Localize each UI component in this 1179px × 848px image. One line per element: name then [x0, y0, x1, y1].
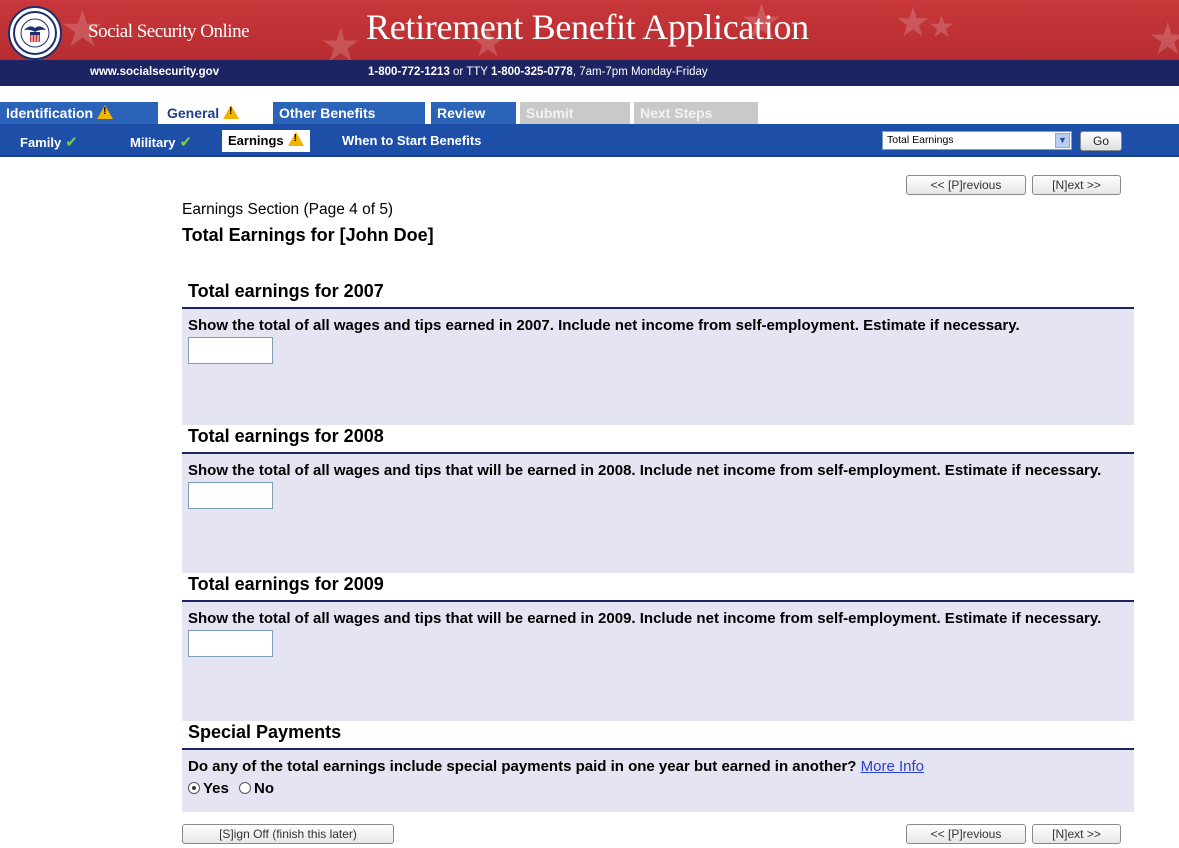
contact-phone: 1-800-772-1213 or TTY 1-800-325-0778, 7a…: [368, 66, 708, 78]
subnav-label: Earnings: [228, 133, 284, 148]
question-title: Total earnings for 2008: [182, 426, 1134, 454]
eagle-seal-icon: [13, 11, 57, 55]
go-button[interactable]: Go: [1080, 131, 1122, 151]
star-decoration-icon: ★: [320, 18, 362, 60]
phone-or: or TTY: [449, 66, 491, 78]
contact-bar: www.socialsecurity.gov 1-800-772-1213 or…: [0, 60, 1179, 86]
header-banner: ★ ★ ★ ★ ★ ★ ★ Social Security Online Ret…: [0, 0, 1179, 60]
subnav-label: When to Start Benefits: [342, 133, 482, 148]
subnav-item-family[interactable]: Family ✔: [20, 133, 78, 151]
tab-label: Review: [437, 105, 486, 121]
earnings-2007-input[interactable]: [188, 337, 273, 364]
sign-off-button[interactable]: [S]ign Off (finish this later): [182, 824, 394, 844]
subnav-item-military[interactable]: Military ✔: [130, 133, 192, 151]
sub-navigation: Family✔ Military✔ Earnings When to Start…: [0, 124, 1179, 157]
yes-label[interactable]: Yes: [203, 780, 229, 797]
tab-label: Other Benefits: [279, 105, 376, 121]
question-text: Do any of the total earnings include spe…: [188, 756, 1128, 777]
tab-label: Next Steps: [640, 105, 713, 121]
no-radio[interactable]: [239, 782, 252, 794]
subnav-label: Family: [20, 135, 62, 150]
star-decoration-icon: ★: [1148, 14, 1179, 60]
tab-other-benefits[interactable]: Other Benefits: [273, 102, 425, 124]
subnav-item-earnings[interactable]: Earnings: [222, 130, 310, 152]
question-body: Show the total of all wages and tips tha…: [182, 602, 1134, 721]
tab-review[interactable]: Review: [431, 102, 516, 124]
question-title: Total earnings for 2009: [182, 574, 1134, 602]
select-value: Total Earnings: [887, 134, 954, 146]
question-special-payments: Special Payments Do any of the total ear…: [182, 722, 1134, 812]
subnav-label: Military: [130, 135, 176, 150]
warning-icon: [97, 105, 114, 119]
section-label: Earnings Section (Page 4 of 5): [182, 201, 394, 218]
tab-label: General: [167, 105, 220, 121]
more-info-link[interactable]: More Info: [861, 758, 924, 775]
previous-button[interactable]: << [P]revious: [906, 175, 1026, 195]
question-text: Show the total of all wages and tips tha…: [188, 462, 1102, 479]
special-payments-text: Do any of the total earnings include spe…: [188, 758, 857, 775]
earnings-2008-input[interactable]: [188, 482, 273, 509]
question-earnings-2009: Total earnings for 2009 Show the total o…: [182, 574, 1134, 721]
earnings-2009-input[interactable]: [188, 630, 273, 657]
question-title: Total earnings for 2007: [182, 281, 1134, 309]
tab-label: Identification: [6, 105, 94, 121]
checkmark-icon: ✔: [179, 134, 193, 151]
special-payments-radio-group: Yes No: [188, 778, 1128, 799]
next-button[interactable]: [N]ext >>: [1032, 175, 1121, 195]
tab-general[interactable]: General: [161, 102, 271, 124]
site-url: www.socialsecurity.gov: [90, 66, 220, 78]
previous-button-bottom[interactable]: << [P]revious: [906, 824, 1026, 844]
site-name: Social Security Online: [88, 21, 250, 42]
star-decoration-icon: ★: [895, 0, 931, 46]
no-label[interactable]: No: [254, 780, 274, 797]
question-body: Do any of the total earnings include spe…: [182, 750, 1134, 812]
checkmark-icon: ✔: [65, 134, 78, 151]
phone-tty: 1-800-325-0778: [490, 66, 573, 78]
phone-main: 1-800-772-1213: [368, 66, 450, 78]
chevron-down-icon[interactable]: ▼: [1055, 133, 1070, 148]
app-title: Retirement Benefit Application: [366, 7, 809, 47]
tab-next-steps: Next Steps: [634, 102, 758, 124]
page-jump-select[interactable]: Total Earnings ▼: [882, 131, 1072, 150]
tab-identification[interactable]: Identification: [0, 102, 158, 124]
question-title: Special Payments: [182, 722, 1134, 750]
question-earnings-2008: Total earnings for 2008 Show the total o…: [182, 426, 1134, 573]
yes-radio[interactable]: [188, 782, 200, 794]
warning-icon: [287, 132, 304, 146]
tab-submit: Submit: [520, 102, 630, 124]
question-body: Show the total of all wages and tips tha…: [182, 454, 1134, 573]
subnav-item-when-to-start[interactable]: When to Start Benefits: [342, 133, 481, 148]
question-text: Show the total of all wages and tips tha…: [188, 610, 1102, 627]
warning-icon: [223, 105, 240, 119]
question-earnings-2007: Total earnings for 2007 Show the total o…: [182, 281, 1134, 425]
question-body: Show the total of all wages and tips ear…: [182, 309, 1134, 425]
phone-hours: , 7am-7pm Monday-Friday: [572, 66, 708, 78]
main-tabs: Identification General Other Benefits Re…: [0, 102, 1179, 124]
tab-label: Submit: [526, 105, 574, 121]
ssa-seal-logo: [8, 6, 62, 60]
page-title: Total Earnings for [John Doe]: [182, 225, 434, 245]
star-decoration-icon: ★: [928, 10, 955, 45]
next-button-bottom[interactable]: [N]ext >>: [1032, 824, 1121, 844]
question-text: Show the total of all wages and tips ear…: [188, 317, 1020, 334]
